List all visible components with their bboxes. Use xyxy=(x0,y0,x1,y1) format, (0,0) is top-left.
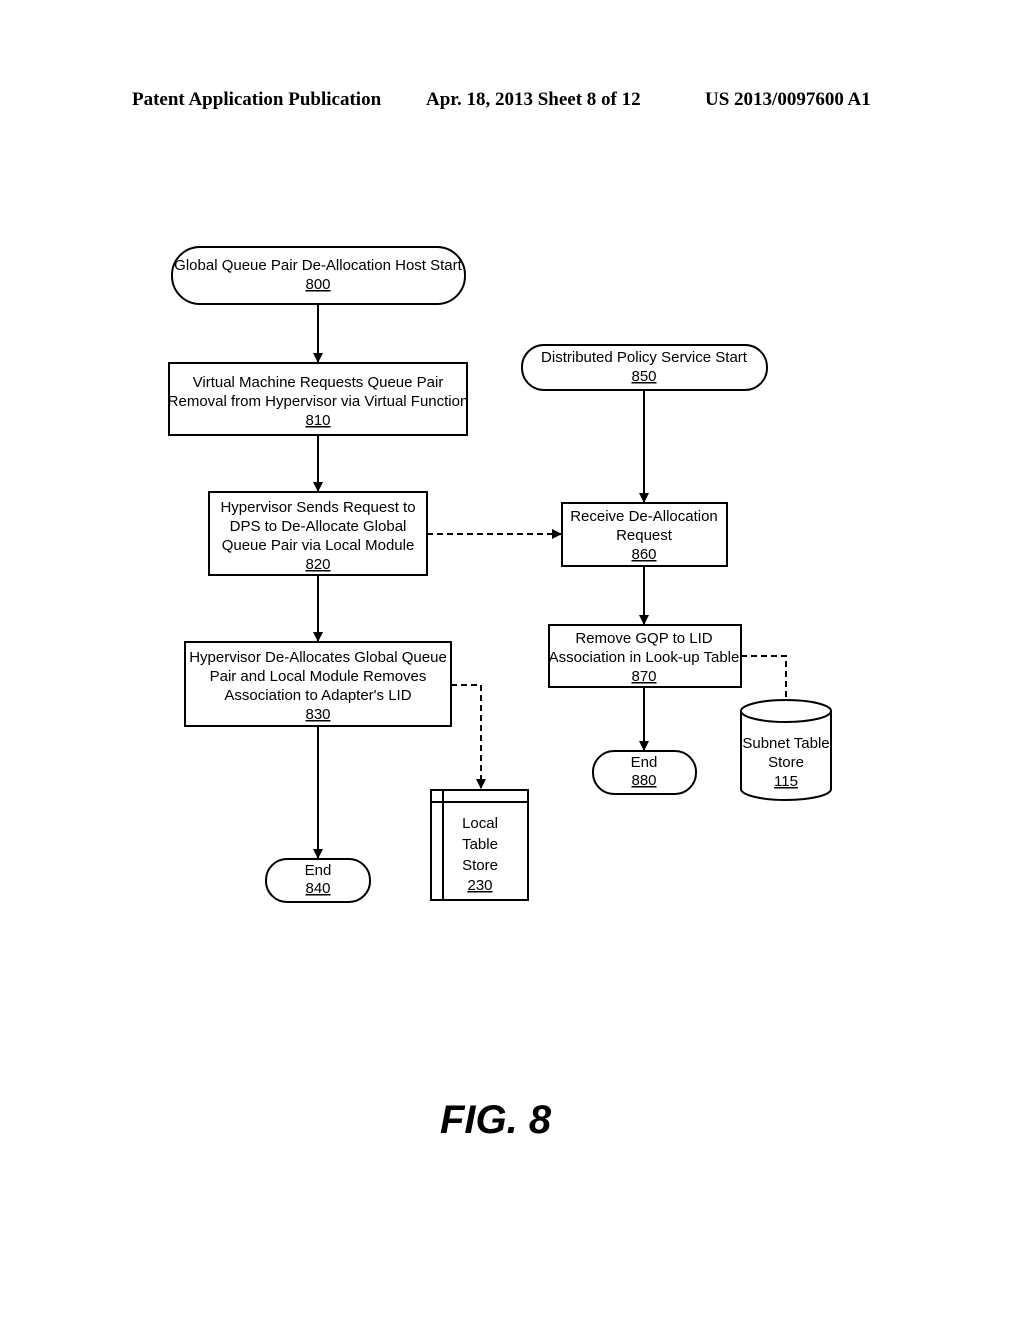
node-230-table-store: Local Table Store 230 xyxy=(430,789,529,901)
node-870-ref: 870 xyxy=(631,668,656,685)
node-820-line-1: Hypervisor Sends Request to xyxy=(220,499,415,516)
node-115-line-2: Store xyxy=(768,754,804,771)
node-840-text: End xyxy=(305,862,332,879)
node-860-line-2: Request xyxy=(616,527,673,544)
node-115-ref: 115 xyxy=(774,773,798,790)
node-800-start: Global Queue Pair De-Allocation Host Sta… xyxy=(171,246,466,305)
node-880-text: End xyxy=(631,754,658,771)
figure-label: FIG. 8 xyxy=(440,1098,552,1142)
node-800-ref: 800 xyxy=(305,276,330,293)
node-880-end: End 880 xyxy=(592,750,697,795)
node-870-process: Remove GQP to LID Association in Look-up… xyxy=(548,624,742,688)
node-830-process: Hypervisor De-Allocates Global Queue Pai… xyxy=(184,641,452,727)
node-820-process: Hypervisor Sends Request to DPS to De-Al… xyxy=(208,491,428,576)
node-830-line-1: Hypervisor De-Allocates Global Queue xyxy=(189,649,447,666)
node-830-line-2: Pair and Local Module Removes xyxy=(210,668,427,685)
node-820-ref: 820 xyxy=(305,556,330,573)
node-870-line-1: Remove GQP to LID xyxy=(575,630,712,647)
node-230-ref: 230 xyxy=(467,877,492,894)
node-810-ref: 810 xyxy=(305,412,330,429)
node-230-line-3: Store xyxy=(462,857,498,874)
node-830-line-3: Association to Adapter's LID xyxy=(224,687,411,704)
node-810-process: Virtual Machine Requests Queue Pair Remo… xyxy=(168,362,469,436)
node-870-line-2: Association in Look-up Table xyxy=(549,649,740,666)
node-810-line-2: Removal from Hypervisor via Virtual Func… xyxy=(168,393,469,410)
node-850-start: Distributed Policy Service Start 850 xyxy=(521,344,768,391)
node-115-line-1: Subnet Table xyxy=(742,735,829,752)
node-230-line-1: Local xyxy=(462,815,498,832)
node-230-line-2: Table xyxy=(462,836,498,853)
node-850-ref: 850 xyxy=(631,368,656,385)
edge-830-230 xyxy=(451,684,486,789)
node-860-ref: 860 xyxy=(631,546,656,563)
node-880-ref: 880 xyxy=(631,772,656,789)
node-850-text: Distributed Policy Service Start xyxy=(541,349,748,366)
node-840-ref: 840 xyxy=(305,880,330,897)
node-820-line-3: Queue Pair via Local Module xyxy=(222,537,415,554)
node-115-database: Subnet Table Store 115 xyxy=(740,699,832,801)
node-860-process: Receive De-Allocation Request 860 xyxy=(561,502,728,567)
node-840-end: End 840 xyxy=(265,858,371,903)
node-860-line-1: Receive De-Allocation xyxy=(570,508,718,525)
node-830-ref: 830 xyxy=(305,706,330,723)
node-800-text: Global Queue Pair De-Allocation Host Sta… xyxy=(174,257,462,274)
node-820-line-2: DPS to De-Allocate Global xyxy=(230,518,407,535)
node-810-line-1: Virtual Machine Requests Queue Pair xyxy=(193,374,444,391)
